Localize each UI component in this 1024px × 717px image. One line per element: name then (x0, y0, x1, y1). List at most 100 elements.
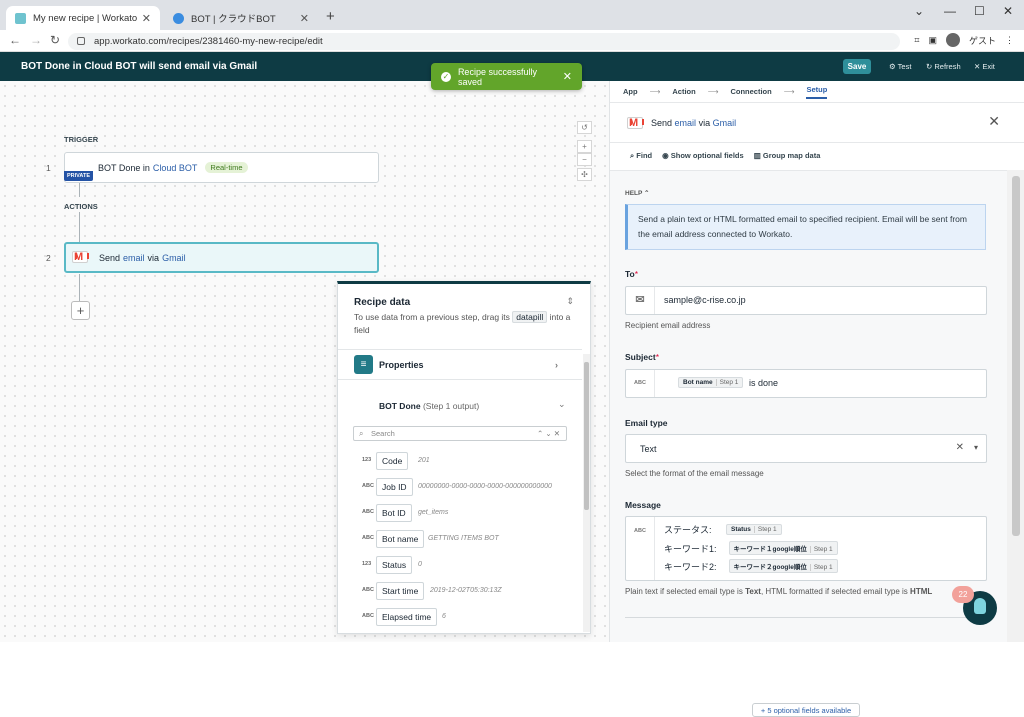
message-field[interactable]: ABC ステータス: Status Step 1 キーワード1: キーワード１googl… (625, 516, 987, 581)
datapill[interactable]: Status (376, 556, 413, 574)
chevron-right-icon: › (555, 359, 558, 370)
actions-label: ACTIONS (64, 202, 98, 211)
list-icon: ≡ (354, 355, 373, 374)
datapill-row[interactable]: ABC Bot ID get_items (338, 500, 582, 526)
crumb-connection[interactable]: Connection (730, 87, 771, 96)
chevron-down-icon[interactable]: ⌄ (914, 4, 924, 18)
minimize-icon[interactable]: — (944, 4, 956, 18)
message-text: ステータス: (664, 525, 712, 535)
field-sample-value: 0 (418, 561, 422, 568)
back-icon[interactable]: ← (9, 33, 21, 47)
datapill-row[interactable]: ABC Start time 2019-12-02T05:30:13Z (338, 578, 582, 604)
recipe-data-instructions: To use data from a previous step, drag i… (354, 311, 579, 337)
maximize-icon[interactable]: ☐ (974, 4, 985, 18)
datapill[interactable]: Bot ID (376, 504, 412, 522)
properties-row[interactable]: ≡ Properties › (338, 349, 582, 380)
refresh-button[interactable]: ↻ Refresh (926, 62, 961, 71)
message-datapill[interactable]: キーワード２google順位 Step 1 (728, 559, 838, 573)
close-tab-icon[interactable]: ✕ (142, 12, 151, 25)
refresh-label: Refresh (934, 62, 961, 71)
trigger-label: TRIGGER (64, 135, 99, 144)
exit-button[interactable]: ✕ Exit (974, 62, 995, 71)
connector-line (79, 212, 80, 242)
collapse-icon[interactable]: ⇕ (566, 296, 574, 307)
reset-view-icon[interactable]: ↺ (577, 121, 592, 134)
scrollbar[interactable] (583, 354, 590, 632)
datapill[interactable]: Bot name (376, 530, 425, 548)
show-optional-button[interactable]: ◉ Show optional fields (662, 151, 744, 161)
close-window-icon[interactable]: ✕ (1003, 4, 1013, 18)
notification-count-badge: 22 (952, 586, 974, 603)
check-circle-icon: ✓ (441, 71, 451, 82)
reload-icon[interactable]: ↻ (50, 33, 60, 47)
datapill-search-input[interactable]: ⌕ Search ⌃ ⌄ ✕ (353, 426, 567, 441)
mail-icon: ✉ (626, 287, 655, 314)
datapill[interactable]: Code (376, 452, 409, 470)
crumb-setup[interactable]: Setup (806, 85, 828, 99)
fit-view-icon[interactable]: ✣ (577, 168, 592, 181)
menu-kebab-icon[interactable]: ⋮ (1005, 35, 1014, 46)
message-datapill[interactable]: キーワード１google順位 Step 1 (728, 541, 838, 555)
avatar[interactable] (945, 33, 960, 47)
tab-workato[interactable]: My new recipe | Workato ✕ (6, 6, 160, 30)
forward-icon[interactable]: → (30, 33, 42, 47)
clear-icon[interactable]: ✕ (956, 442, 964, 453)
step-text: Send (99, 252, 121, 263)
output-header[interactable]: BOT Done (Step 1 output) (379, 401, 479, 411)
close-tab-icon[interactable]: ✕ (300, 12, 309, 25)
trigger-step[interactable]: BOT Done in Cloud BOT Real-time (64, 152, 379, 183)
close-toast-icon[interactable]: ✕ (563, 70, 572, 83)
zoom-in-icon[interactable]: + (577, 140, 592, 153)
sidepanel-icon[interactable]: ▣ (928, 35, 937, 46)
tab-cloudbot[interactable]: BOT | クラウドBOT ✕ (164, 6, 318, 30)
dropdown-caret-icon[interactable]: ▾ (974, 443, 978, 452)
new-tab-icon[interactable]: + (326, 8, 335, 25)
datapill-row[interactable]: ABC Bot name GETTING ITEMS BOT (338, 526, 582, 552)
address-bar-row: ← → ↻ app.workato.com/recipes/2381460-my… (0, 30, 1024, 52)
scroll-thumb[interactable] (1012, 176, 1020, 536)
to-field[interactable]: ✉ sample@c-rise.co.jp (625, 286, 987, 315)
scrollbar[interactable] (1007, 170, 1024, 642)
add-step-button[interactable]: + (71, 301, 90, 320)
close-panel-icon[interactable]: ✕ (988, 113, 1000, 130)
chevron-down-icon[interactable]: ⌄ (558, 399, 566, 410)
datapill-row[interactable]: 123 Status 0 (338, 552, 582, 578)
crumb-action[interactable]: Action (672, 87, 695, 96)
abc-type-label: ABC (626, 370, 655, 397)
search-nav-icons[interactable]: ⌃ ⌄ ✕ (537, 427, 560, 440)
translate-icon[interactable]: ⌗ (914, 35, 919, 46)
datapill-row[interactable]: 123 Code 201 (338, 448, 582, 474)
datapill-row[interactable]: ABC Elapsed time 6 (338, 604, 582, 630)
group-map-button[interactable]: ▥ Group map data (754, 151, 821, 161)
save-button[interactable]: Save (843, 59, 871, 74)
optional-fields-button[interactable]: + 5 optional fields available (752, 703, 860, 717)
search-placeholder: Search (371, 429, 395, 438)
gmail-icon: M (627, 117, 644, 129)
url-field[interactable]: app.workato.com/recipes/2381460-my-new-r… (68, 33, 900, 50)
email-type-select[interactable]: Text ✕ ▾ (625, 434, 987, 463)
test-button[interactable]: ⚙ Test (889, 62, 911, 71)
properties-label: Properties (379, 359, 424, 370)
subject-label-text: Subject (625, 352, 656, 362)
datapill[interactable]: Start time (376, 582, 425, 600)
bot-name-datapill[interactable]: Bot name Step 1 (678, 377, 744, 388)
step-config-panel: App ⟶ Action ⟶ Connection ⟶ Setup M Send em… (609, 81, 1024, 717)
crumb-app[interactable]: App (623, 87, 638, 96)
help-toggle[interactable]: HELP ⌃ (625, 189, 649, 197)
zoom-out-icon[interactable]: − (577, 153, 592, 166)
field-type: ABC (362, 587, 374, 593)
message-hint: Plain text if selected email type is Tex… (625, 587, 932, 596)
pill-name: キーワード１google順位 (733, 546, 807, 553)
pill-step: Step 1 (809, 564, 833, 571)
scroll-thumb[interactable] (584, 362, 589, 510)
gmail-icon: M (72, 251, 89, 263)
action-step[interactable]: Send email via Gmail (64, 242, 379, 273)
field-sample-value: 00000000-0000-0000-0000-000000000000 (418, 483, 552, 490)
panel-toolbar: ⌕ Find ◉ Show optional fields ▥ Group ma… (630, 151, 820, 161)
datapill[interactable]: Elapsed time (376, 608, 438, 626)
find-button[interactable]: ⌕ Find (630, 151, 652, 161)
datapill-row[interactable]: ABC Job ID 00000000-0000-0000-0000-0000000… (338, 474, 582, 500)
datapill[interactable]: Job ID (376, 478, 413, 496)
message-datapill[interactable]: Status Step 1 (726, 524, 782, 535)
subject-field[interactable]: ABC Bot name Step 1 is done (625, 369, 987, 398)
